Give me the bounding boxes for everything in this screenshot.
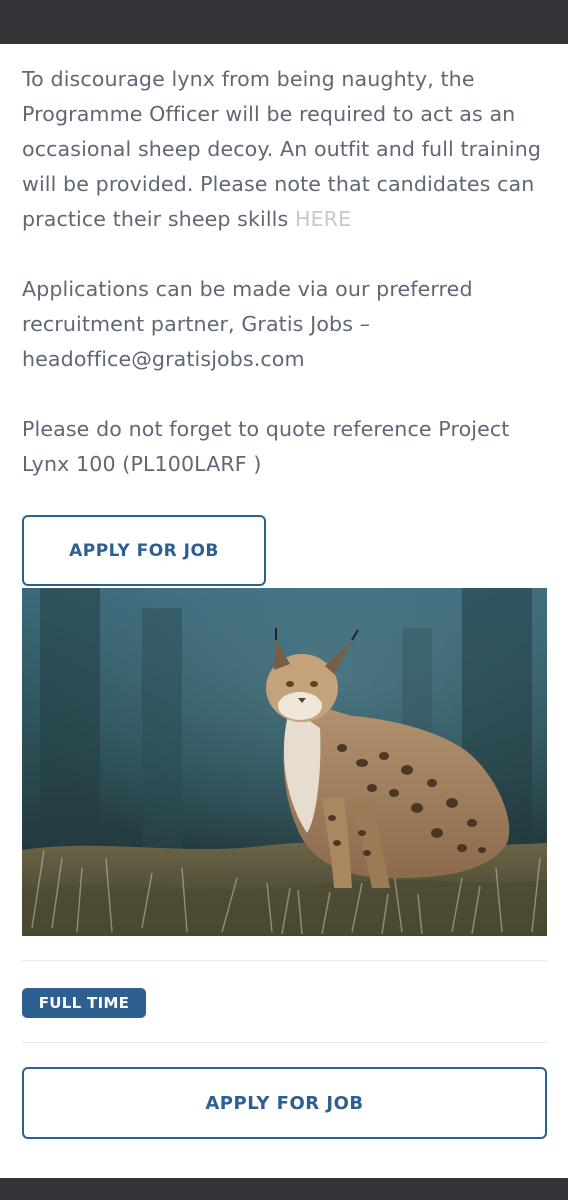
lynx-image — [22, 588, 547, 936]
reference-paragraph: Please do not forget to quote reference … — [22, 417, 510, 476]
divider — [22, 960, 547, 961]
practice-link[interactable]: HERE — [295, 207, 351, 231]
description-text: To discourage lynx from being naughty, t… — [22, 67, 542, 231]
lynx-photo — [22, 588, 547, 936]
job-type-badge: FULL TIME — [22, 988, 146, 1018]
status-bar — [0, 0, 568, 44]
apply-for-job-button[interactable]: APPLY FOR JOB — [22, 515, 266, 586]
description-paragraph: To discourage lynx from being naughty, t… — [22, 62, 548, 237]
navigation-bar — [0, 1178, 568, 1200]
divider — [22, 1042, 547, 1043]
job-description: To discourage lynx from being naughty, t… — [22, 62, 548, 482]
application-paragraph: Applications can be made via our preferr… — [22, 277, 473, 371]
apply-for-job-button-bottom[interactable]: APPLY FOR JOB — [22, 1067, 547, 1139]
